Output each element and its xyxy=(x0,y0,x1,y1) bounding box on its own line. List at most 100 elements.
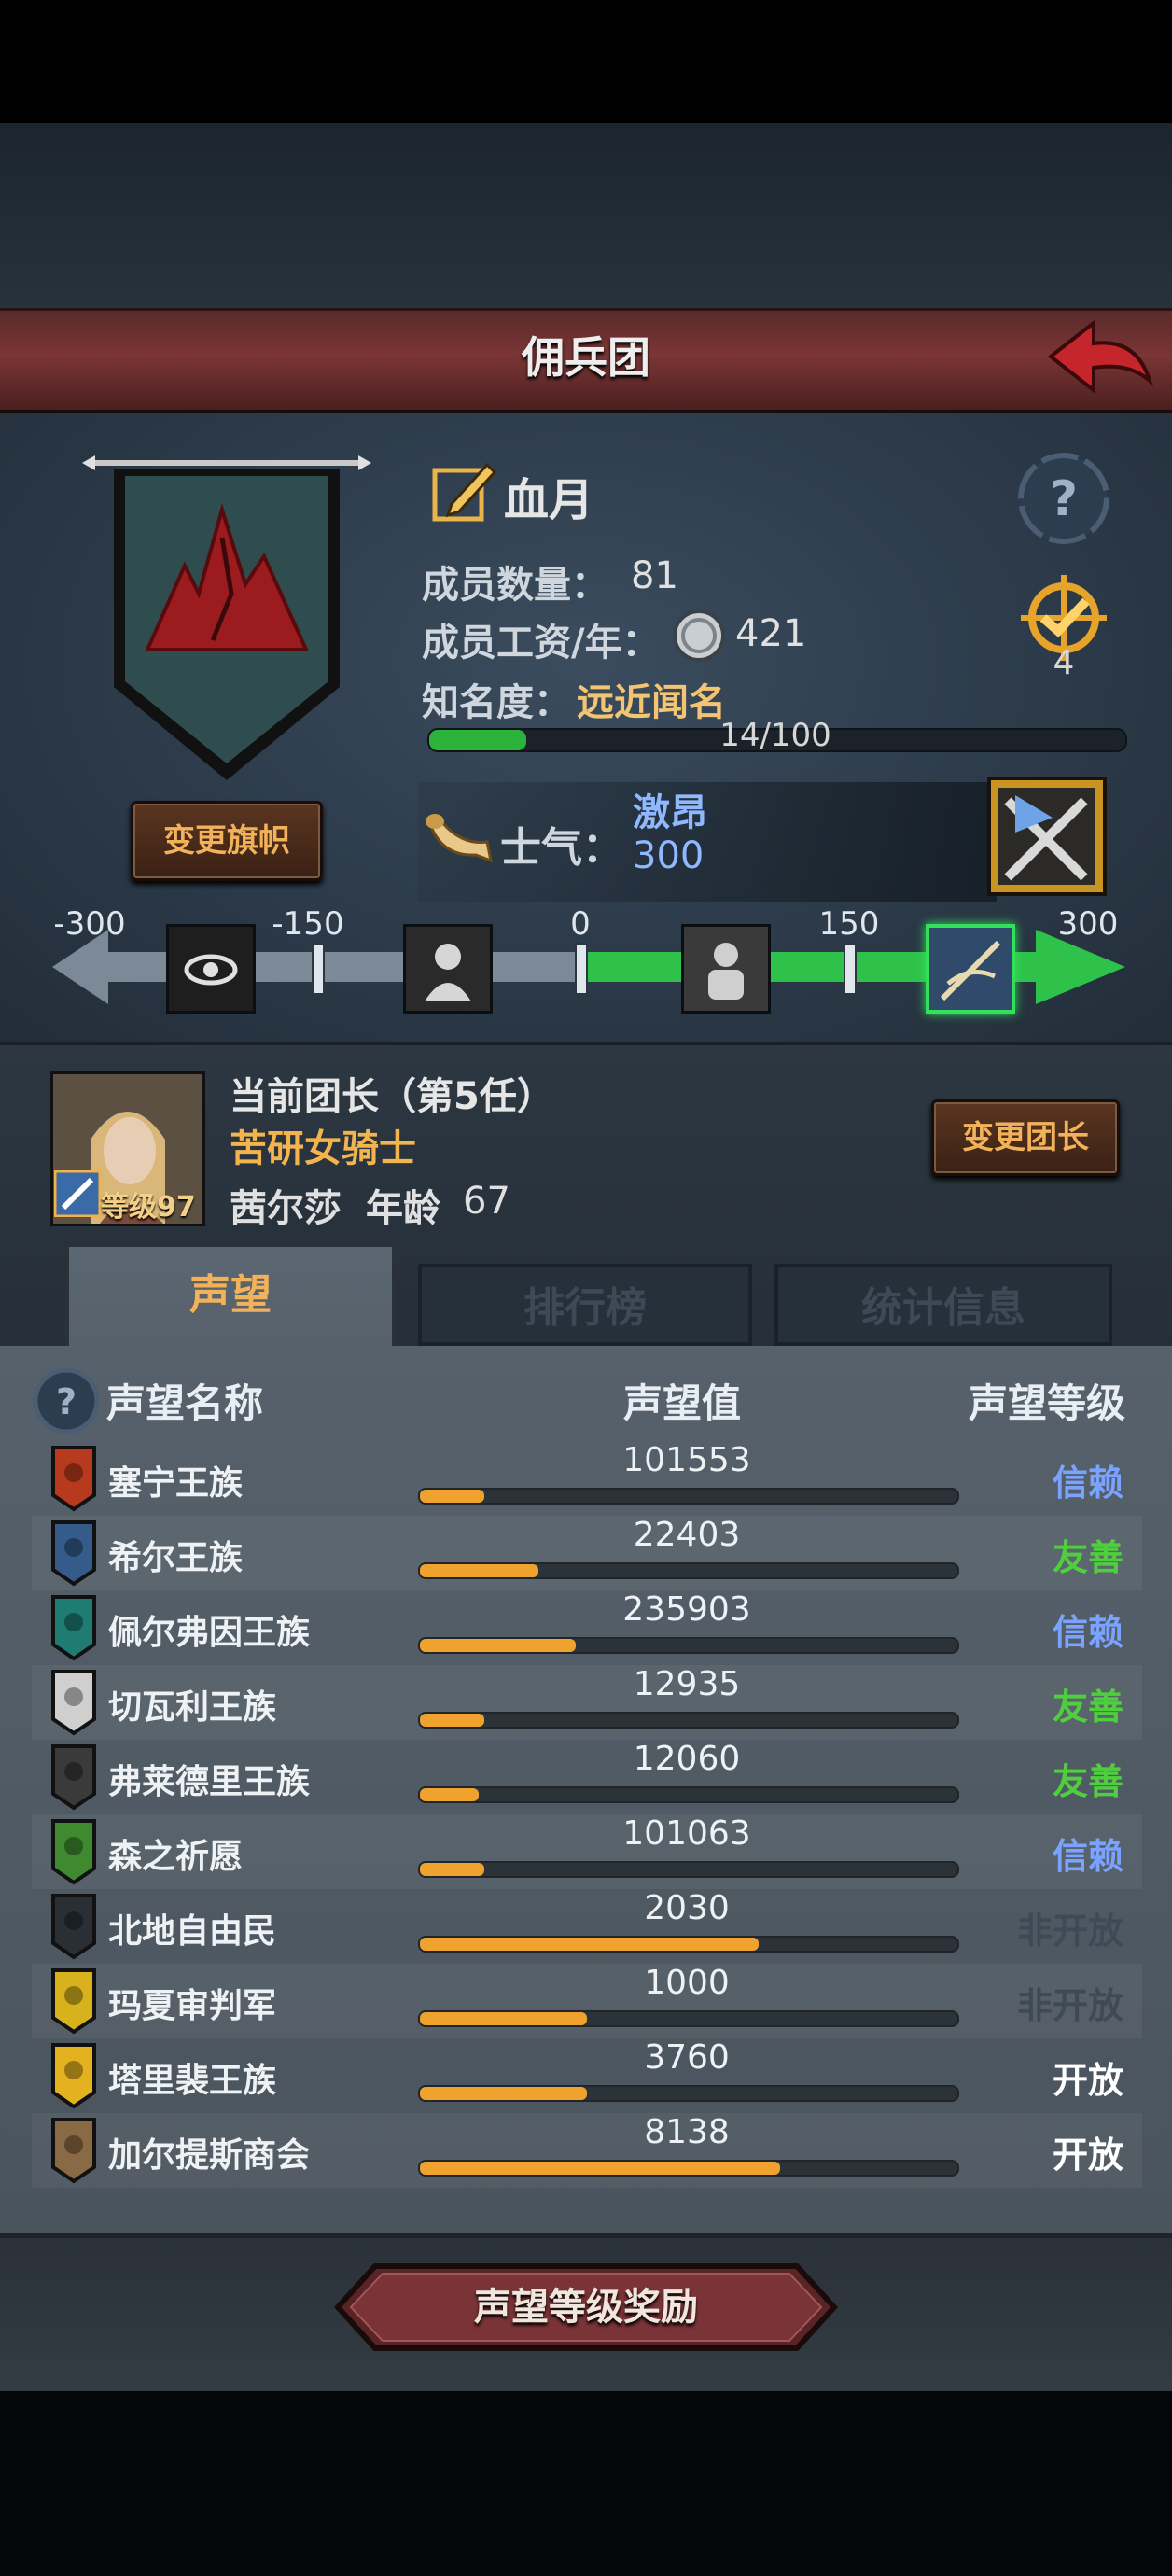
bottom-backdrop xyxy=(0,2391,1172,2576)
reputation-progress-fill xyxy=(420,1788,480,1801)
faction-name: 弗莱德里王族 xyxy=(108,1763,311,1801)
reputation-row[interactable]: 森之祈愿 101063 信赖 xyxy=(32,1814,1142,1889)
svg-text:?: ? xyxy=(1050,471,1078,527)
tab-statistics[interactable]: 统计信息 xyxy=(774,1264,1112,1346)
reputation-progress-fill xyxy=(420,1564,538,1577)
reputation-value: 235903 xyxy=(622,1590,751,1629)
tick-mark xyxy=(844,943,857,995)
reputation-value: 8138 xyxy=(644,2113,730,2151)
reputation-value: 3760 xyxy=(644,2038,730,2077)
column-header-level: 声望等级 xyxy=(969,1380,1126,1426)
reputation-progress-bar xyxy=(418,1786,959,1803)
morale-value: 300 xyxy=(633,834,705,877)
tick-label: 0 xyxy=(570,905,591,943)
reputation-row[interactable]: 塔里裴王族 3760 开放 xyxy=(32,2038,1142,2113)
morale-step-icon-excited[interactable] xyxy=(926,924,1015,1014)
reputation-progress-bar xyxy=(418,1861,959,1878)
leader-age-label: 年龄 xyxy=(366,1187,440,1230)
morale-state: 激昂 xyxy=(633,791,707,834)
faction-name: 切瓦利王族 xyxy=(108,1688,277,1727)
reputation-value: 101063 xyxy=(622,1814,751,1853)
reputation-progress-fill xyxy=(420,2087,587,2100)
reputation-level: 非开放 xyxy=(1016,1985,1123,2026)
faction-emblem-icon xyxy=(50,1445,97,1512)
reputation-level: 友善 xyxy=(1052,1537,1123,1578)
badge-count: 4 xyxy=(1053,644,1075,682)
top-status-area xyxy=(0,0,1172,123)
faction-emblem-icon xyxy=(50,1967,97,2035)
morale-step-icon-paranoid[interactable] xyxy=(166,924,256,1014)
tick-mark xyxy=(575,943,588,995)
member-count-label: 成员数量： xyxy=(422,564,608,607)
faction-name: 加尔提斯商会 xyxy=(108,2136,311,2175)
morale-step-icon-calm[interactable] xyxy=(681,924,771,1014)
reputation-level: 信赖 xyxy=(1052,1836,1123,1877)
reputation-value: 12935 xyxy=(633,1665,741,1703)
member-count-value: 81 xyxy=(631,554,678,597)
tab-ranking[interactable]: 排行榜 xyxy=(418,1264,752,1346)
tick-label: 300 xyxy=(1057,905,1119,943)
leader-name: 茜尔莎 xyxy=(230,1187,342,1230)
back-arrow-icon xyxy=(1047,318,1154,395)
reputation-row[interactable]: 希尔王族 22403 友善 xyxy=(32,1516,1142,1590)
question-icon[interactable]: ? xyxy=(1017,452,1110,545)
reputation-level: 友善 xyxy=(1052,1761,1123,1802)
column-header-name: 声望名称 xyxy=(106,1380,264,1426)
change-banner-button[interactable]: 变更旗帜 xyxy=(131,801,323,881)
reputation-row[interactable]: 加尔提斯商会 8138 开放 xyxy=(32,2113,1142,2188)
svg-text:?: ? xyxy=(56,1381,77,1422)
reputation-row[interactable]: 玛夏审判军 1000 非开放 xyxy=(32,1964,1142,2038)
reputation-progress-bar xyxy=(418,2085,959,2102)
reputation-row[interactable]: 塞宁王族 101553 信赖 xyxy=(32,1441,1142,1516)
faction-emblem-icon xyxy=(50,2042,97,2109)
tick-label: -150 xyxy=(272,905,344,943)
reputation-progress-fill xyxy=(420,1714,485,1727)
tab-reputation[interactable]: 声望 xyxy=(65,1243,396,1346)
reputation-level: 友善 xyxy=(1052,1687,1123,1728)
reputation-progress-bar xyxy=(418,1637,959,1654)
faction-name: 北地自由民 xyxy=(108,1912,277,1951)
reputation-progress-bar xyxy=(418,1562,959,1579)
page-title: 佣兵团 xyxy=(522,332,650,383)
reputation-row[interactable]: 佩尔弗因王族 235903 信赖 xyxy=(32,1590,1142,1665)
tick-label: -300 xyxy=(53,905,126,943)
reputation-level: 开放 xyxy=(1052,2060,1123,2101)
reputation-level: 开放 xyxy=(1052,2135,1123,2176)
faction-emblem-icon xyxy=(50,1669,97,1736)
reputation-progress-fill xyxy=(420,1938,759,1951)
morale-step-icon-despair[interactable] xyxy=(403,924,493,1014)
leader-title: 当前团长（第5任） xyxy=(230,1075,554,1118)
salary-value: 421 xyxy=(735,612,807,655)
reputation-row[interactable]: 切瓦利王族 12935 友善 xyxy=(32,1665,1142,1740)
fame-progress-text: 14/100 xyxy=(719,717,831,754)
faction-name: 佩尔弗因王族 xyxy=(108,1614,311,1652)
silver-coin-icon xyxy=(672,609,726,663)
question-icon[interactable]: ? xyxy=(32,1366,101,1435)
sword-class-icon xyxy=(53,1169,102,1218)
reputation-value: 1000 xyxy=(644,1964,730,2002)
reputation-value: 12060 xyxy=(633,1740,741,1778)
morale-label: 士气： xyxy=(500,824,623,872)
horn-icon xyxy=(422,808,496,874)
reputation-level: 信赖 xyxy=(1052,1463,1123,1504)
faction-emblem-icon xyxy=(50,1594,97,1661)
faction-emblem-icon xyxy=(50,1893,97,1960)
column-header-value: 声望值 xyxy=(623,1380,742,1426)
reputation-progress-bar xyxy=(418,2160,959,2177)
reputation-progress-fill xyxy=(420,2012,587,2025)
change-leader-button[interactable]: 变更团长 xyxy=(931,1099,1120,1176)
leader-class: 苦研女骑士 xyxy=(230,1127,416,1170)
back-button[interactable] xyxy=(1043,315,1155,401)
tick-mark xyxy=(312,943,325,995)
top-backdrop xyxy=(0,123,1172,308)
reputation-reward-button[interactable] xyxy=(333,2261,839,2354)
reputation-row[interactable]: 北地自由民 2030 非开放 xyxy=(32,1889,1142,1964)
reputation-row[interactable]: 弗莱德里王族 12060 友善 xyxy=(32,1740,1142,1814)
band-banner xyxy=(82,454,371,790)
reputation-progress-fill xyxy=(420,1490,485,1503)
faction-name: 森之祈愿 xyxy=(108,1838,244,1876)
crossed-swords-flag-icon[interactable] xyxy=(987,777,1107,896)
reputation-progress-bar xyxy=(418,1488,959,1505)
edit-pen-icon[interactable] xyxy=(429,457,498,526)
faction-name: 希尔王族 xyxy=(108,1539,244,1577)
